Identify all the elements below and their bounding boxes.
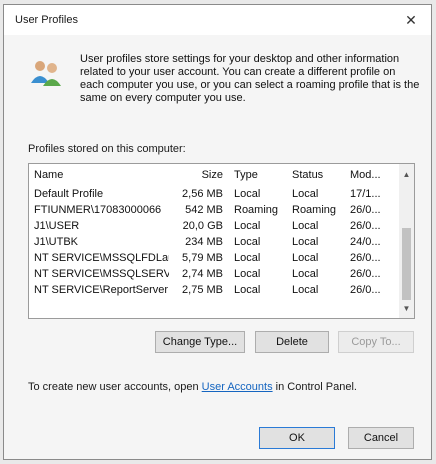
dialog-title: User Profiles xyxy=(15,14,78,26)
table-row[interactable]: NT SERVICE\MSSQLSERVER 2,74 MB Local Loc… xyxy=(29,266,400,282)
cell-type: Roaming xyxy=(234,204,279,216)
cell-type: Local xyxy=(234,236,261,248)
table-header: Name Size Type Status Mod... xyxy=(29,164,400,186)
chevron-down-icon: ▼ xyxy=(402,303,411,313)
cell-modified: 26/0... xyxy=(350,284,381,296)
profiles-table: Name Size Type Status Mod... Default Pro… xyxy=(29,164,400,298)
cell-type: Local xyxy=(234,188,261,200)
cell-modified: 26/0... xyxy=(350,252,381,264)
cell-modified: 26/0... xyxy=(350,268,381,280)
cell-type: Local xyxy=(234,284,261,296)
intro-text: User profiles store settings for your de… xyxy=(80,53,420,104)
copy-to-button[interactable]: Copy To... xyxy=(338,331,414,353)
cell-name: NT SERVICE\MSSQLSERVER xyxy=(34,268,169,280)
scroll-up-button[interactable]: ▲ xyxy=(399,166,414,182)
close-icon: ✕ xyxy=(405,11,417,28)
scrollbar-thumb[interactable] xyxy=(402,228,411,300)
user-profiles-dialog: User Profiles ✕ User profiles store sett… xyxy=(3,4,432,460)
table-row[interactable]: Default Profile 2,56 MB Local Local 17/1… xyxy=(29,186,400,202)
footer-prefix: To create new user accounts, open xyxy=(28,381,202,393)
cell-status: Local xyxy=(292,252,319,264)
cell-status: Roaming xyxy=(292,204,337,216)
cell-status: Local xyxy=(292,220,319,232)
users-icon xyxy=(31,61,61,86)
table-row[interactable]: J1\USER 20,0 GB Local Local 26/0... xyxy=(29,218,400,234)
intro-section: User profiles store settings for your de… xyxy=(28,53,421,105)
table-row[interactable]: FTIUNMER\17083000066 542 MB Roaming Roam… xyxy=(29,202,400,218)
user-accounts-link[interactable]: User Accounts xyxy=(202,381,273,393)
delete-button[interactable]: Delete xyxy=(255,331,329,353)
profiles-list[interactable]: Name Size Type Status Mod... Default Pro… xyxy=(28,163,415,319)
cell-size: 2,74 MB xyxy=(182,268,223,280)
chevron-up-icon: ▲ xyxy=(402,169,411,179)
cell-size: 2,75 MB xyxy=(182,284,223,296)
cell-name: FTIUNMER\17083000066 xyxy=(34,204,162,216)
cell-type: Local xyxy=(234,252,261,264)
ok-button[interactable]: OK xyxy=(259,427,335,449)
cell-size: 20,0 GB xyxy=(182,220,223,232)
column-header-modified[interactable]: Mod... xyxy=(345,164,400,186)
cell-status: Local xyxy=(292,188,319,200)
cell-type: Local xyxy=(234,268,261,280)
cell-name: NT SERVICE\MSSQLFDLaun... xyxy=(34,252,169,264)
cell-size: 234 MB xyxy=(185,236,223,248)
scroll-down-button[interactable]: ▼ xyxy=(399,300,414,316)
cell-status: Local xyxy=(292,268,319,280)
cell-type: Local xyxy=(234,220,261,232)
table-row[interactable]: NT SERVICE\MSSQLFDLaun... 5,79 MB Local … xyxy=(29,250,400,266)
cancel-button[interactable]: Cancel xyxy=(348,427,414,449)
table-row[interactable]: J1\UTBK 234 MB Local Local 24/0... xyxy=(29,234,400,250)
profiles-label: Profiles stored on this computer: xyxy=(28,143,186,155)
cell-modified: 17/1... xyxy=(350,188,381,200)
column-header-status[interactable]: Status xyxy=(287,164,345,186)
cell-name: J1\UTBK xyxy=(34,236,79,248)
cell-modified: 24/0... xyxy=(350,236,381,248)
cell-status: Local xyxy=(292,236,319,248)
footer-suffix: in Control Panel. xyxy=(272,381,357,393)
cell-name: J1\USER xyxy=(34,220,80,232)
cell-status: Local xyxy=(292,284,319,296)
cell-size: 542 MB xyxy=(185,204,223,216)
title-bar: User Profiles ✕ xyxy=(4,5,431,35)
cell-size: 2,56 MB xyxy=(182,188,223,200)
vertical-scrollbar[interactable]: ▲ ▼ xyxy=(399,164,414,318)
close-button[interactable]: ✕ xyxy=(399,9,423,31)
cell-modified: 26/0... xyxy=(350,204,381,216)
cell-name: NT SERVICE\ReportServer xyxy=(34,284,169,296)
change-type-button[interactable]: Change Type... xyxy=(155,331,245,353)
cell-size: 5,79 MB xyxy=(182,252,223,264)
column-header-type[interactable]: Type xyxy=(229,164,287,186)
cell-name: Default Profile xyxy=(34,188,104,200)
table-row[interactable]: NT SERVICE\ReportServer 2,75 MB Local Lo… xyxy=(29,282,400,298)
column-header-name[interactable]: Name xyxy=(29,164,169,186)
column-header-size[interactable]: Size xyxy=(169,164,229,186)
cell-modified: 26/0... xyxy=(350,220,381,232)
footer-text: To create new user accounts, open User A… xyxy=(28,381,357,393)
